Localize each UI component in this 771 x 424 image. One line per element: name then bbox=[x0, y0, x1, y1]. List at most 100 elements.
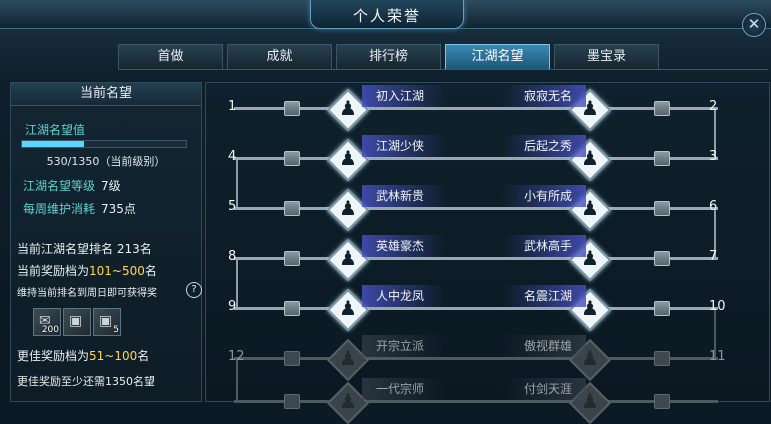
level-number: 12 bbox=[228, 349, 245, 364]
better-tier-prefix: 更佳奖励档为 bbox=[17, 349, 90, 363]
chest-icon: ▣ bbox=[99, 313, 113, 329]
warrior-icon: ♟ bbox=[339, 389, 357, 413]
level-title: 一代宗师 bbox=[362, 378, 446, 400]
ladder-track bbox=[234, 307, 718, 310]
reward-chest-icon[interactable] bbox=[654, 301, 670, 316]
reward-chest-icon[interactable] bbox=[284, 201, 300, 216]
reward-chest-icon[interactable] bbox=[284, 251, 300, 266]
tier-prefix: 当前奖励档为 bbox=[17, 264, 90, 278]
level-number: 3 bbox=[709, 149, 718, 164]
chest-icon: ▣ bbox=[69, 313, 83, 329]
level-number: 9 bbox=[228, 299, 237, 314]
level-number: 2 bbox=[709, 99, 718, 114]
better-tier-value: 51~100 bbox=[89, 349, 138, 363]
warrior-icon: ♟ bbox=[339, 196, 357, 220]
level-title: 武林高手 bbox=[502, 235, 586, 257]
reward-chest-icon[interactable] bbox=[654, 151, 670, 166]
ladder-track bbox=[234, 207, 718, 210]
level-title: 寂寂无名 bbox=[502, 85, 586, 107]
reward-count: 5 bbox=[113, 325, 119, 335]
reward-chest-icon[interactable] bbox=[654, 101, 670, 116]
tab-divider bbox=[118, 69, 768, 70]
level-title: 开宗立派 bbox=[362, 335, 446, 357]
weekly-row: 每周维护消耗 735点 bbox=[23, 200, 136, 217]
reward-item-chest-5[interactable]: ▣ 5 bbox=[93, 308, 121, 336]
panel-header: 当前名望 bbox=[11, 83, 201, 106]
level-title: 付剑天涯 bbox=[502, 378, 586, 400]
level-number: 8 bbox=[228, 249, 237, 264]
reward-note: 维持当前排名到周日即可获得奖 bbox=[17, 288, 157, 299]
reward-chest-icon[interactable] bbox=[284, 351, 300, 366]
weekly-cost-value: 735点 bbox=[101, 202, 136, 216]
tier-value: 101~500 bbox=[89, 264, 145, 278]
reputation-ladder: 1 ♟ 初入江湖 2 ♟ 寂寂无名 4 ♟ 江湖少侠 3 ♟ 后起之秀 5 ♟ 武林新贵 6 ♟ 小有所成 8 ♟ 英雄… bbox=[205, 82, 770, 424]
reward-chest-icon[interactable] bbox=[654, 201, 670, 216]
level-number: 6 bbox=[709, 199, 718, 214]
help-icon[interactable]: ? bbox=[186, 282, 202, 298]
reward-item-scroll[interactable]: ✉ 200 bbox=[33, 308, 61, 336]
reputation-progress-bar bbox=[21, 140, 187, 148]
reward-count: 200 bbox=[41, 325, 59, 335]
level-title: 初入江湖 bbox=[362, 85, 446, 107]
tier-suffix: 名 bbox=[144, 264, 157, 278]
need-text: 更佳奖励至少还需1350名望 bbox=[17, 375, 155, 388]
tab-leaderboard[interactable]: 排行榜 bbox=[336, 44, 441, 70]
reward-chest-icon[interactable] bbox=[654, 351, 670, 366]
ladder-track bbox=[234, 357, 718, 360]
ladder-track bbox=[234, 400, 718, 403]
rank-label: 当前江湖名望排名 bbox=[17, 242, 114, 256]
level-number: 11 bbox=[709, 349, 726, 364]
level-title: 小有所成 bbox=[502, 185, 586, 207]
ladder-track bbox=[234, 257, 718, 260]
level-title: 江湖少侠 bbox=[362, 135, 446, 157]
reputation-progress-fill bbox=[22, 141, 85, 147]
reward-chest-icon[interactable] bbox=[284, 101, 300, 116]
tab-first-do[interactable]: 首做 bbox=[118, 44, 223, 70]
level-number: 5 bbox=[228, 199, 237, 214]
honor-window: 个人荣誉 ✕ 首做 成就 排行榜 江湖名望 墨宝录 当前名望 江湖名望值 530… bbox=[0, 0, 771, 424]
tab-calligraphy[interactable]: 墨宝录 bbox=[554, 44, 659, 70]
rank-value: 213名 bbox=[116, 242, 152, 256]
level-number: 4 bbox=[228, 149, 237, 164]
level-number: 7 bbox=[709, 249, 718, 264]
weekly-cost-label: 每周维护消耗 bbox=[23, 202, 96, 216]
warrior-icon: ♟ bbox=[339, 146, 357, 170]
ladder-connector bbox=[236, 158, 238, 208]
close-button[interactable]: ✕ bbox=[742, 13, 766, 37]
reward-chest-icon[interactable] bbox=[284, 151, 300, 166]
better-tier-row: 更佳奖励档为51~100名 bbox=[17, 347, 149, 364]
reputation-label: 江湖名望值 bbox=[25, 123, 86, 137]
level-title: 武林新贵 bbox=[362, 185, 446, 207]
level-value: 7级 bbox=[101, 179, 121, 193]
reward-chest-icon[interactable] bbox=[654, 394, 670, 409]
level-label: 江湖名望等级 bbox=[23, 179, 96, 193]
reward-chest-icon[interactable] bbox=[654, 251, 670, 266]
level-title: 名震江湖 bbox=[502, 285, 586, 307]
warrior-icon: ♟ bbox=[339, 96, 357, 120]
level-title: 傲视群雄 bbox=[502, 335, 586, 357]
reward-item-chest[interactable]: ▣ bbox=[63, 308, 91, 336]
level-title: 英雄豪杰 bbox=[362, 235, 446, 257]
better-tier-suffix: 名 bbox=[137, 349, 150, 363]
reputation-value: 530/1350（当前级别） bbox=[46, 155, 166, 168]
level-row: 江湖名望等级 7级 bbox=[23, 177, 121, 194]
reputation-summary-panel: 当前名望 江湖名望值 530/1350（当前级别） 江湖名望等级 7级 每周维护消… bbox=[10, 82, 202, 402]
level-number: 1 bbox=[228, 99, 237, 114]
tab-reputation[interactable]: 江湖名望 bbox=[445, 44, 550, 70]
warrior-icon: ♟ bbox=[339, 296, 357, 320]
ladder-track bbox=[234, 107, 718, 110]
ladder-connector bbox=[236, 358, 238, 401]
warrior-icon: ♟ bbox=[339, 346, 357, 370]
tier-row: 当前奖励档为101~500名 bbox=[17, 262, 157, 279]
title-plate: 个人荣誉 bbox=[310, 0, 464, 29]
warrior-icon: ♟ bbox=[339, 246, 357, 270]
reward-chest-icon[interactable] bbox=[284, 394, 300, 409]
window-title: 个人荣誉 bbox=[352, 7, 421, 25]
rank-row: 当前江湖名望排名 213名 bbox=[17, 240, 152, 257]
level-title: 人中龙凤 bbox=[362, 285, 446, 307]
ladder-connector bbox=[236, 258, 238, 308]
ladder-track bbox=[234, 157, 718, 160]
reward-chest-icon[interactable] bbox=[284, 301, 300, 316]
level-title: 后起之秀 bbox=[502, 135, 586, 157]
tab-achievements[interactable]: 成就 bbox=[227, 44, 332, 70]
